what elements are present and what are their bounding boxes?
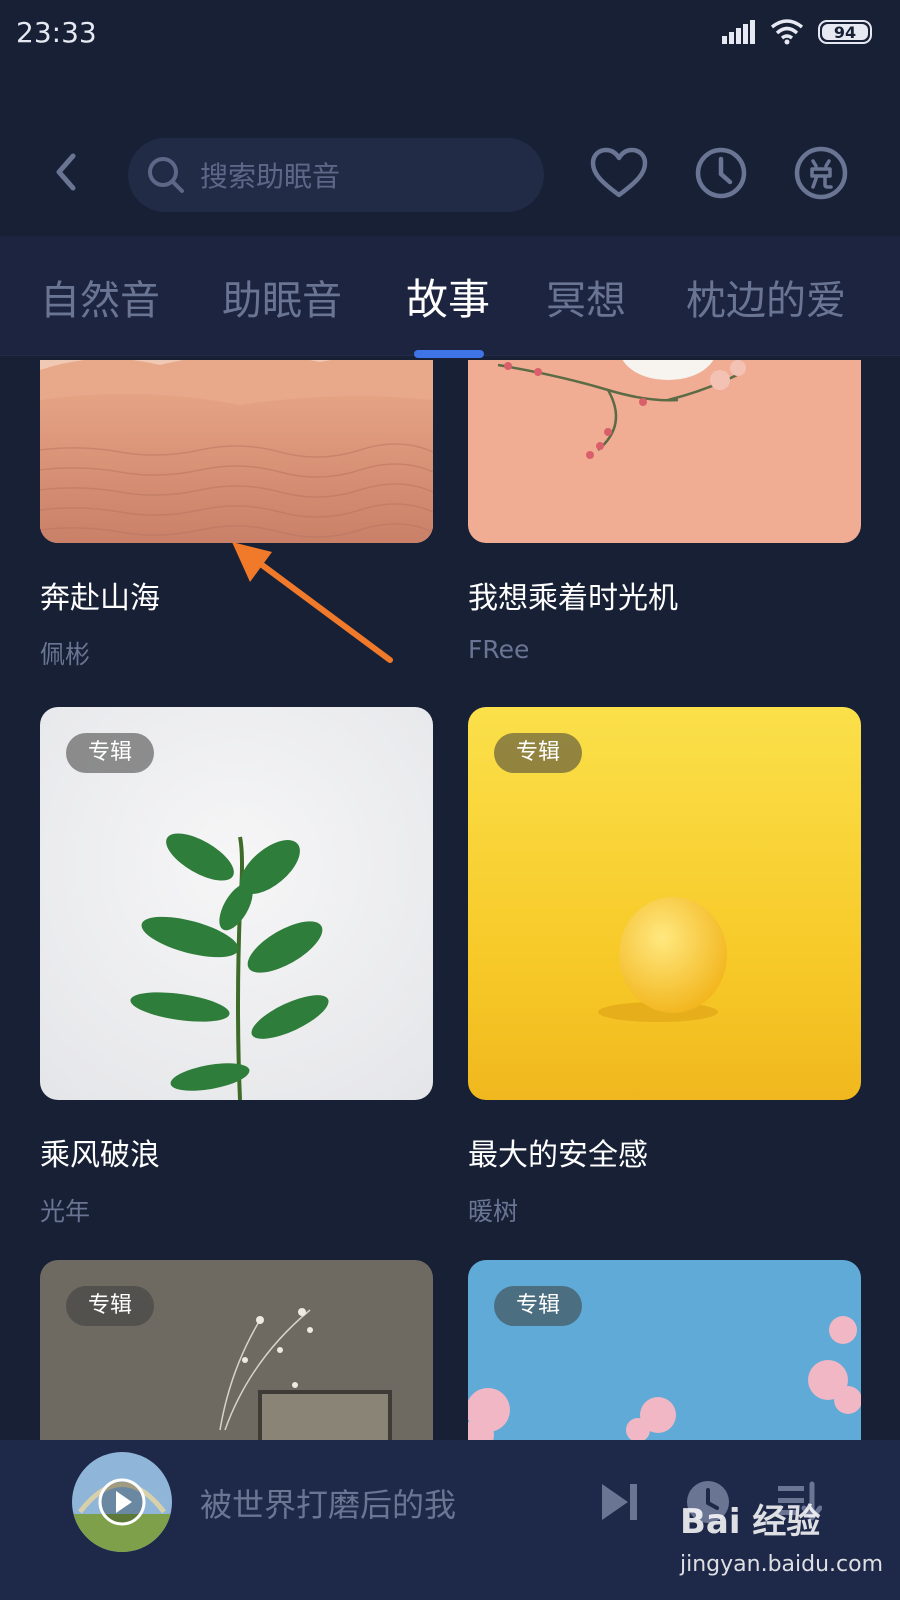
skip-next-icon[interactable] bbox=[596, 1478, 644, 1526]
card-cover-image bbox=[40, 360, 433, 543]
tab-meditation[interactable]: 冥想 bbox=[546, 268, 626, 326]
history-button[interactable] bbox=[692, 144, 750, 202]
card-title: 我想乘着时光机 bbox=[468, 581, 678, 616]
watermark-url: jingyan.baidu.com bbox=[680, 1552, 884, 1577]
search-icon bbox=[148, 157, 184, 193]
tab-stories[interactable]: 故事 bbox=[406, 266, 490, 327]
heart-icon bbox=[590, 147, 648, 198]
story-grid: 奔赴山海 佩彬 我想乘着时光机 FRee 专辑 乘风破浪 光年 专辑 最大的安全… bbox=[0, 360, 900, 1440]
story-card[interactable]: 专辑 bbox=[40, 1260, 433, 1440]
card-author: FRee bbox=[468, 635, 530, 664]
now-playing-artwork[interactable] bbox=[72, 1452, 172, 1552]
back-button[interactable] bbox=[42, 148, 90, 196]
redeem-icon bbox=[794, 146, 848, 200]
wifi-icon bbox=[770, 19, 804, 45]
story-card[interactable]: 专辑 乘风破浪 光年 bbox=[40, 707, 433, 1228]
favorites-button[interactable] bbox=[590, 144, 648, 202]
card-cover-image: 专辑 bbox=[40, 1260, 433, 1440]
card-cover-image: 专辑 bbox=[468, 1260, 861, 1440]
tab-nature-sounds[interactable]: 自然音 bbox=[40, 268, 160, 326]
battery-indicator: 94 bbox=[818, 20, 872, 44]
watermark-brand: Bai 经验 bbox=[680, 1502, 821, 1542]
baidu-jingyan-watermark: Bai 经验 jingyan.baidu.com bbox=[680, 1494, 890, 1594]
status-icons: 94 bbox=[722, 19, 872, 45]
album-badge: 专辑 bbox=[66, 733, 155, 773]
album-badge: 专辑 bbox=[494, 1286, 583, 1326]
card-title: 最大的安全感 bbox=[468, 1138, 648, 1173]
album-badge: 专辑 bbox=[494, 733, 583, 773]
card-title: 乘风破浪 bbox=[40, 1138, 160, 1173]
story-card[interactable]: 我想乘着时光机 FRee bbox=[468, 360, 861, 664]
story-card[interactable]: 专辑 bbox=[468, 1260, 861, 1440]
header: 搜索助眠音 bbox=[0, 134, 900, 212]
category-tabs: 自然音 助眠音 故事 冥想 枕边的爱 bbox=[0, 236, 900, 356]
tab-sleep-sounds[interactable]: 助眠音 bbox=[222, 268, 342, 326]
search-input[interactable]: 搜索助眠音 bbox=[128, 138, 544, 212]
now-playing-title: 被世界打磨后的我 bbox=[200, 1486, 457, 1524]
card-cover-image: 专辑 bbox=[468, 707, 861, 1100]
active-tab-indicator bbox=[414, 350, 484, 358]
redeem-button[interactable] bbox=[792, 144, 850, 202]
search-placeholder: 搜索助眠音 bbox=[200, 160, 341, 193]
status-bar: 23:33 94 bbox=[0, 0, 900, 64]
status-time: 23:33 bbox=[16, 15, 97, 49]
story-card[interactable]: 专辑 最大的安全感 暖树 bbox=[468, 707, 861, 1228]
clock-icon bbox=[695, 147, 747, 199]
card-author: 光年 bbox=[40, 1197, 91, 1226]
album-badge: 专辑 bbox=[66, 1286, 155, 1326]
signal-icon bbox=[722, 20, 755, 44]
card-author: 暖树 bbox=[468, 1197, 519, 1226]
card-cover-image: 专辑 bbox=[40, 707, 433, 1100]
card-cover-image bbox=[468, 360, 861, 543]
tab-bedside-love[interactable]: 枕边的爱 bbox=[686, 268, 846, 326]
back-icon bbox=[56, 153, 76, 191]
battery-level: 94 bbox=[833, 22, 857, 42]
annotation-arrow bbox=[232, 542, 393, 663]
